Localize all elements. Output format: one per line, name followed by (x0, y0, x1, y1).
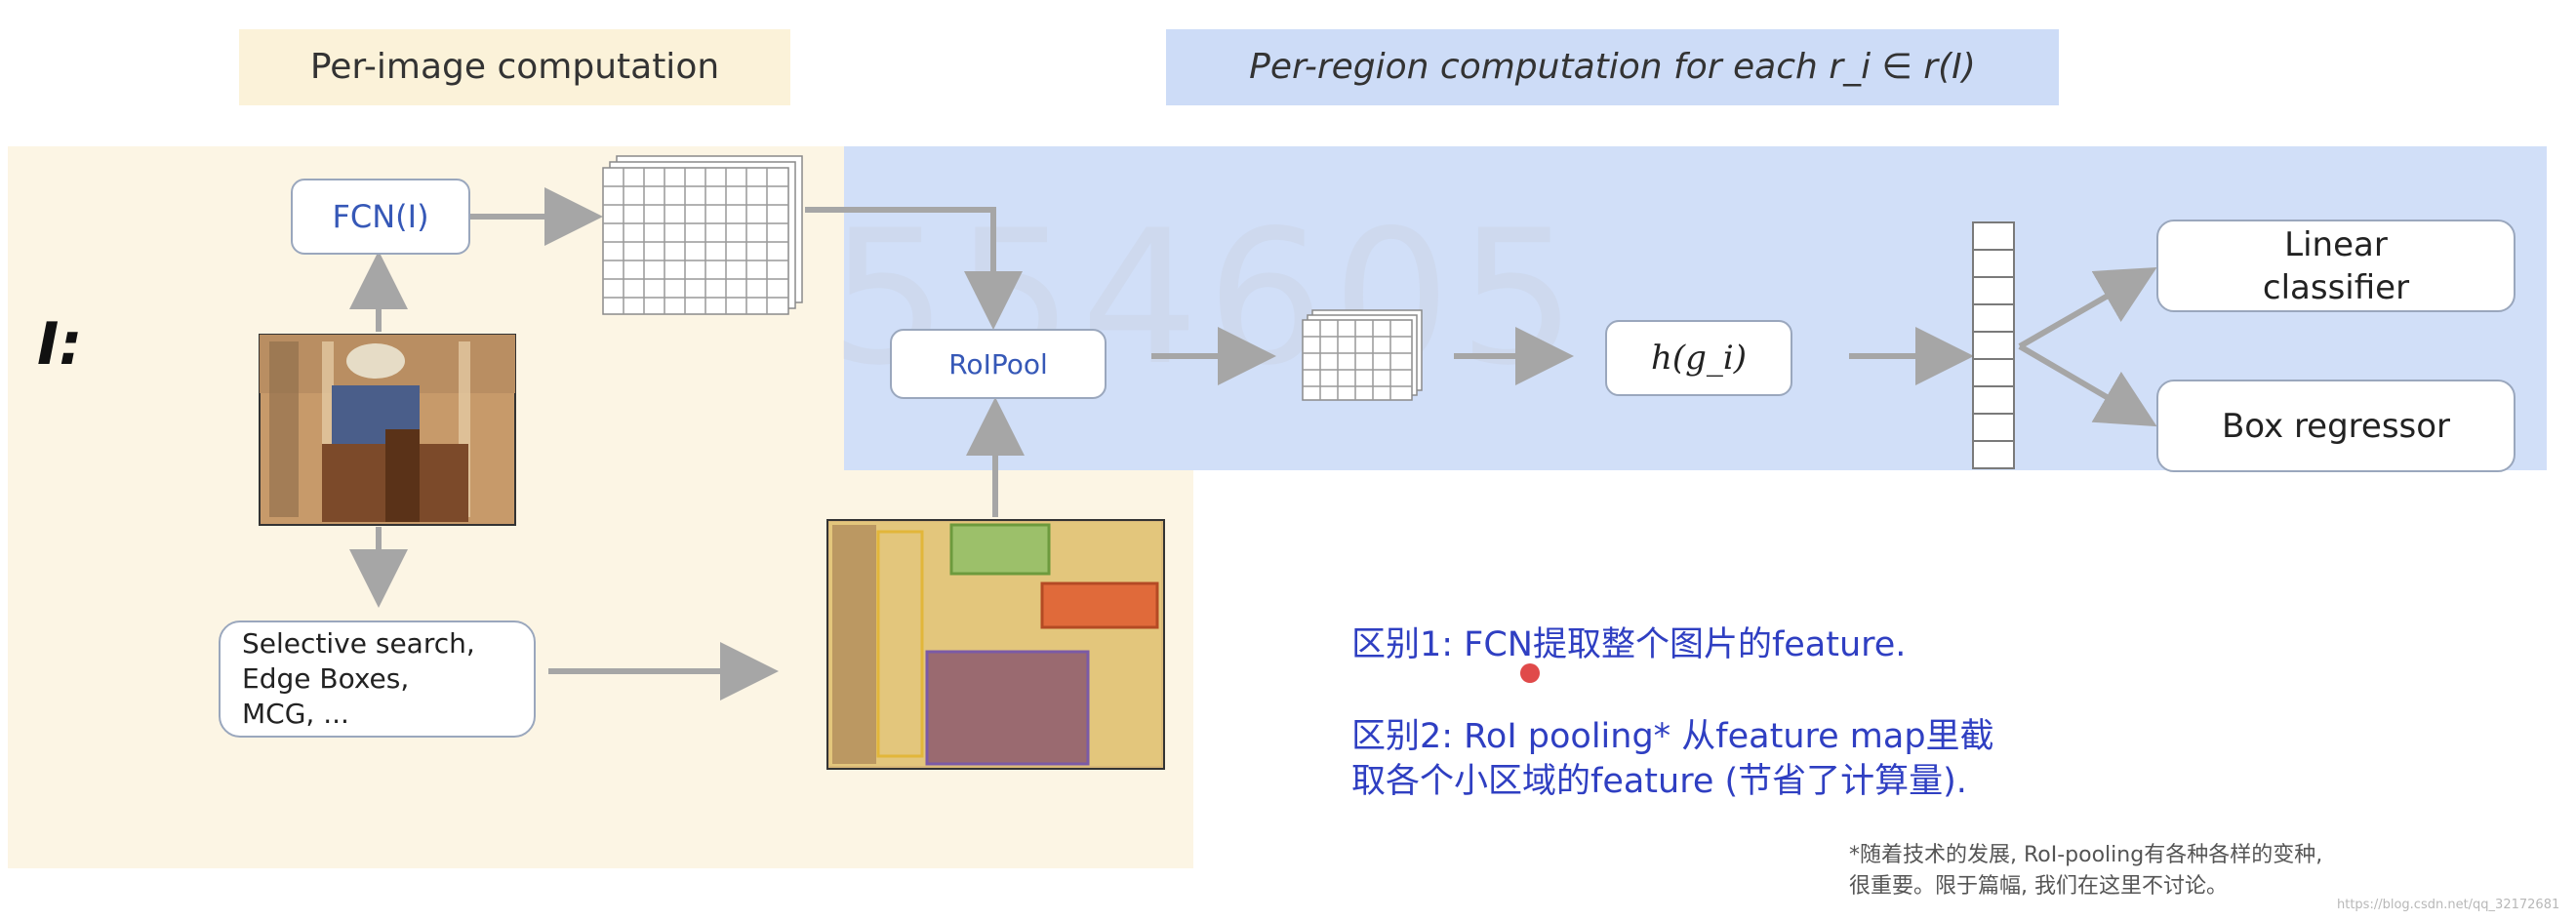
arrow-vector-to-classifier (2018, 267, 2157, 349)
input-photo (259, 334, 516, 526)
linear-classifier-label-line1: Linear (2284, 224, 2388, 264)
feature-map-grid (602, 155, 803, 315)
feature-vector (1972, 221, 2015, 469)
box-regressor-label: Box regressor (2221, 406, 2451, 446)
difference-note-2-line2: 取各个小区域的feature (节省了计算量). (1351, 762, 1967, 801)
pooled-feature-grid (1302, 309, 1423, 401)
proposal-method-2: Edge Boxes, (242, 662, 410, 695)
roipool-node-label: RoIPool (948, 347, 1048, 380)
roipool-node: RoIPool (890, 329, 1107, 399)
source-url-watermark: https://blog.csdn.net/qq_32172681 (2337, 898, 2560, 912)
arrow-vector-to-regressor (2018, 343, 2157, 427)
proposal-method-1: Selective search, (242, 627, 475, 660)
region-proposal-methods-node: Selective search, Edge Boxes, MCG, ... (219, 621, 536, 738)
proposal-method-3: MCG, ... (242, 698, 349, 730)
difference-note-2-line1: 区别2: RoI pooling* 从feature map里截 (1351, 717, 1994, 756)
h-function-label: h(g_i) (1650, 339, 1748, 378)
fcn-node-label: FCN(I) (332, 198, 429, 235)
footnote-line2: 很重要。限于篇幅, 我们在这里不讨论。 (1849, 874, 2228, 899)
linear-classifier-label-line2: classifier (2262, 267, 2410, 307)
box-regressor-node: Box regressor (2156, 380, 2516, 472)
arrow-featuremap-to-roipool (805, 207, 1023, 330)
h-function-node: h(g_i) (1605, 320, 1792, 396)
region-proposals-photo (826, 519, 1165, 770)
difference-note-1: 区别1: FCN提取整个图片的feature. (1351, 625, 1907, 664)
red-dot-marker (1520, 663, 1540, 683)
linear-classifier-node: Linear classifier (2156, 220, 2516, 312)
fcn-node: FCN(I) (291, 179, 470, 255)
footnote-line1: *随着技术的发展, RoI-pooling有各种各样的变种, (1849, 843, 2323, 867)
